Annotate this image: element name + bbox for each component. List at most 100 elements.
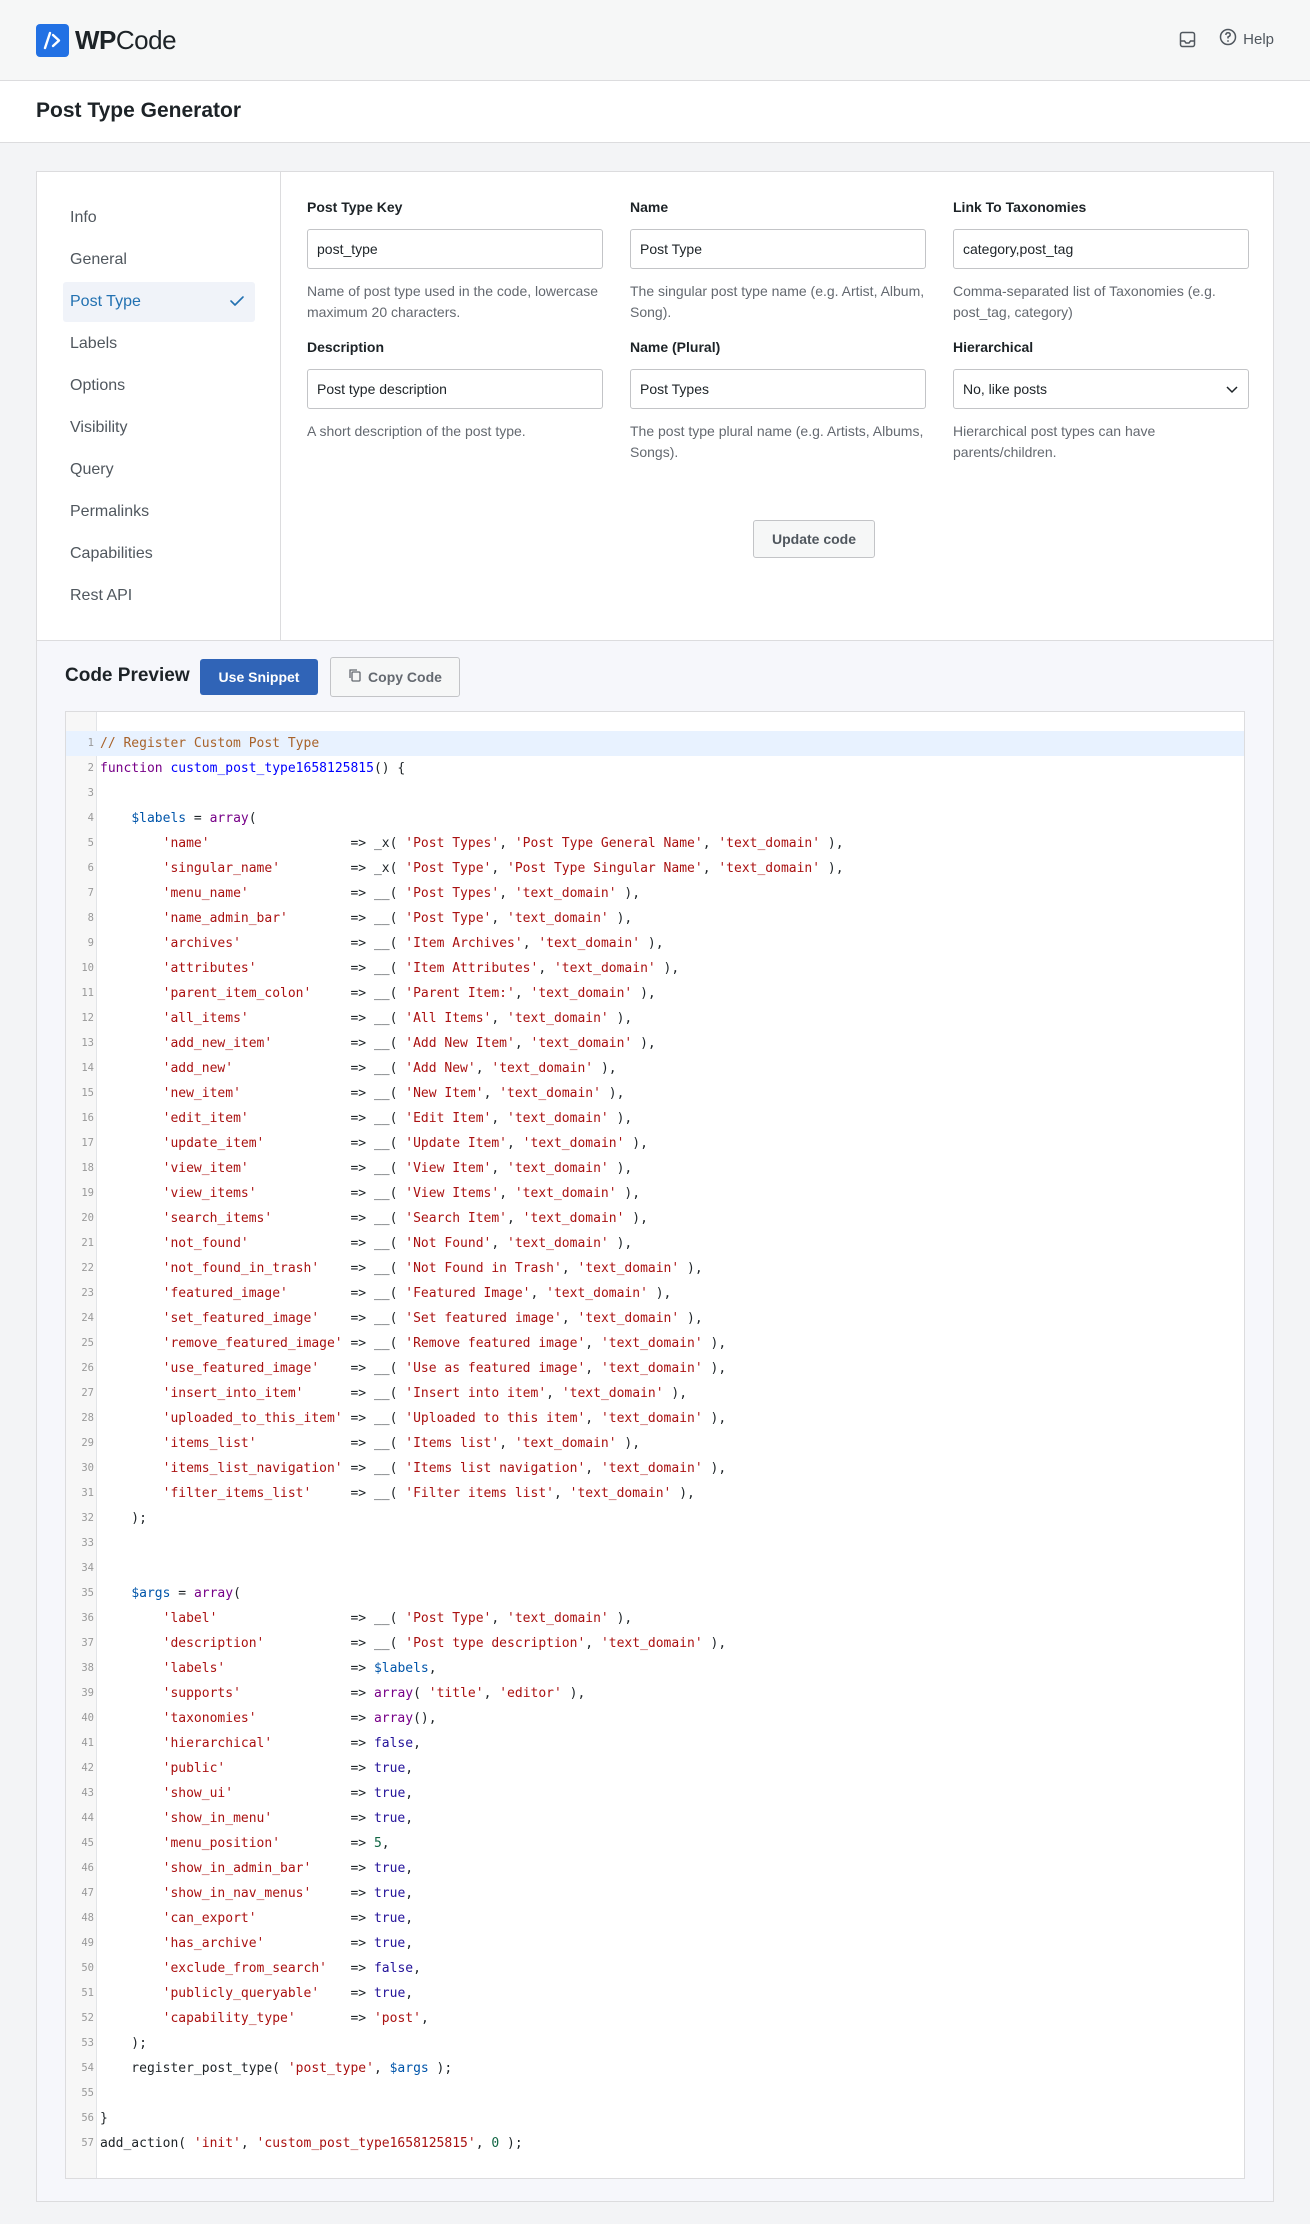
name-plural-input[interactable] — [630, 369, 926, 409]
line-number: 56 — [81, 2112, 94, 2124]
name-input[interactable] — [630, 229, 926, 269]
inbox-icon[interactable] — [1177, 29, 1197, 49]
code-text: 'show_in_menu' => true, — [162, 1811, 414, 1826]
description-input[interactable] — [307, 369, 603, 409]
line-number: 43 — [81, 1787, 94, 1799]
code-line: 57 add_action( 'init', 'custom_post_type1… — [66, 2131, 1244, 2156]
code-line: 28 'uploaded_to_this_item' => __( 'Uploa… — [66, 1406, 1244, 1431]
code-line: 2 function custom_post_type1658125815() { — [66, 756, 1244, 781]
line-number: 47 — [81, 1887, 94, 1899]
update-code-button[interactable]: Update code — [753, 520, 875, 558]
code-line: 27 'insert_into_item' => __( 'Insert int… — [66, 1381, 1244, 1406]
line-number: 37 — [81, 1637, 94, 1649]
line-number: 5 — [87, 837, 94, 849]
hierarchical-field: Hierarchical No, like posts Hierarchical… — [953, 339, 1249, 463]
code-text: 'new_item' => __( 'New Item', 'text_doma… — [162, 1086, 625, 1101]
code-line: 31 'filter_items_list' => __( 'Filter it… — [66, 1481, 1244, 1506]
line-number: 26 — [81, 1362, 94, 1374]
code-line: 45 'menu_position' => 5, — [66, 1831, 1244, 1856]
line-number: 25 — [81, 1337, 94, 1349]
line-number: 55 — [81, 2087, 94, 2099]
logo-text: WPCode — [75, 25, 177, 55]
description-field: Description A short description of the p… — [307, 339, 603, 442]
code-line: 53 ); — [66, 2031, 1244, 2056]
code-line: 24 'set_featured_image' => __( 'Set feat… — [66, 1306, 1244, 1331]
line-number: 7 — [87, 887, 94, 899]
line-number: 41 — [81, 1737, 94, 1749]
line-number: 12 — [81, 1012, 94, 1024]
code-text: 'set_featured_image' => __( 'Set feature… — [162, 1311, 703, 1326]
code-text: 'show_in_admin_bar' => true, — [162, 1861, 414, 1876]
field-help: Comma-separated list of Taxonomies (e.g.… — [953, 283, 1216, 320]
code-line: 56} — [66, 2106, 1244, 2131]
wpcode-logo[interactable]: WPCode — [36, 24, 177, 57]
hierarchical-select[interactable]: No, like posts — [953, 369, 1249, 409]
help-icon — [1219, 28, 1237, 50]
line-number: 20 — [81, 1212, 94, 1224]
code-line: 10 'attributes' => __( 'Item Attributes'… — [66, 956, 1244, 981]
nav-item-info[interactable]: Info — [63, 198, 255, 238]
code-text: 'singular_name' => _x( 'Post Type', 'Pos… — [162, 861, 844, 876]
code-line: 46 'show_in_admin_bar' => true, — [66, 1856, 1244, 1881]
name-plural-field: Name (Plural) The post type plural name … — [630, 339, 926, 463]
line-number: 27 — [81, 1387, 94, 1399]
line-number: 1 — [87, 737, 94, 749]
use-snippet-button[interactable]: Use Snippet — [200, 659, 318, 695]
nav-item-query[interactable]: Query — [63, 450, 255, 490]
copy-code-button[interactable]: Copy Code — [330, 657, 460, 697]
line-number: 46 — [81, 1862, 94, 1874]
code-line: 8 'name_admin_bar' => __( 'Post Type', '… — [66, 906, 1244, 931]
nav-item-post-type[interactable]: Post Type — [63, 282, 255, 322]
code-text: 'remove_featured_image' => __( 'Remove f… — [162, 1336, 727, 1351]
nav-item-rest-api[interactable]: Rest API — [63, 576, 255, 616]
line-number: 11 — [81, 987, 94, 999]
code-text: 'menu_name' => __( 'Post Types', 'text_d… — [162, 886, 641, 901]
post-type-key-input[interactable] — [307, 229, 603, 269]
nav-item-options[interactable]: Options — [63, 366, 255, 406]
code-preview-section: Code Preview Use Snippet Copy Code 1 // R… — [37, 640, 1273, 2201]
code-text: 'all_items' => __( 'All Items', 'text_do… — [162, 1011, 633, 1026]
field-label: Name — [630, 199, 669, 215]
code-lines: 1 // Register Custom Post Type 2 function c… — [66, 731, 1244, 2156]
code-line: 9 'archives' => __( 'Item Archives', 'te… — [66, 931, 1244, 956]
code-text: 'can_export' => true, — [162, 1911, 414, 1926]
code-text: 'public' => true, — [162, 1761, 414, 1776]
sidebar-nav: Info General Post Type Labels Options Vi… — [37, 172, 281, 640]
nav-item-general[interactable]: General — [63, 240, 255, 280]
code-text: 'menu_position' => 5, — [162, 1836, 390, 1851]
nav-item-label: Post Type — [70, 293, 141, 310]
nav-item-permalinks[interactable]: Permalinks — [63, 492, 255, 532]
line-number: 9 — [87, 937, 94, 949]
line-number: 17 — [81, 1137, 94, 1149]
code-line: 25 'remove_featured_image' => __( 'Remov… — [66, 1331, 1244, 1356]
nav-item-visibility[interactable]: Visibility — [63, 408, 255, 448]
nav-item-labels[interactable]: Labels — [63, 324, 255, 364]
post-type-form: Post Type Key Name of post type used in … — [281, 172, 1275, 640]
nav-item-capabilities[interactable]: Capabilities — [63, 534, 255, 574]
code-text: 'filter_items_list' => __( 'Filter items… — [162, 1486, 695, 1501]
check-icon — [229, 294, 245, 313]
code-text: 'hierarchical' => false, — [162, 1736, 421, 1751]
line-number: 35 — [81, 1587, 94, 1599]
code-line: 23 'featured_image' => __( 'Featured Ima… — [66, 1281, 1244, 1306]
code-line: 55 — [66, 2081, 1244, 2106]
help-button[interactable]: Help — [1219, 28, 1274, 50]
field-label: Hierarchical — [953, 339, 1034, 355]
code-text: 'description' => __( 'Post type descript… — [162, 1636, 727, 1651]
line-number: 50 — [81, 1962, 94, 1974]
code-editor[interactable]: 1 // Register Custom Post Type 2 function c… — [65, 711, 1245, 2179]
post-type-key-field: Post Type Key Name of post type used in … — [307, 199, 603, 323]
code-text: 'has_archive' => true, — [162, 1936, 414, 1951]
code-text: 'name_admin_bar' => __( 'Post Type', 'te… — [162, 911, 633, 926]
line-number: 16 — [81, 1112, 94, 1124]
code-line: 20 'search_items' => __( 'Search Item', … — [66, 1206, 1244, 1231]
line-number: 34 — [81, 1562, 94, 1574]
code-line: 13 'add_new_item' => __( 'Add New Item',… — [66, 1031, 1244, 1056]
code-line: 51 'publicly_queryable' => true, — [66, 1981, 1244, 2006]
code-line: 37 'description' => __( 'Post type descr… — [66, 1631, 1244, 1656]
generator-card: Info General Post Type Labels Options Vi… — [36, 171, 1274, 2202]
link-taxonomies-input[interactable] — [953, 229, 1249, 269]
code-line: 36 'label' => __( 'Post Type', 'text_dom… — [66, 1606, 1244, 1631]
line-number: 42 — [81, 1762, 94, 1774]
code-line: 47 'show_in_nav_menus' => true, — [66, 1881, 1244, 1906]
